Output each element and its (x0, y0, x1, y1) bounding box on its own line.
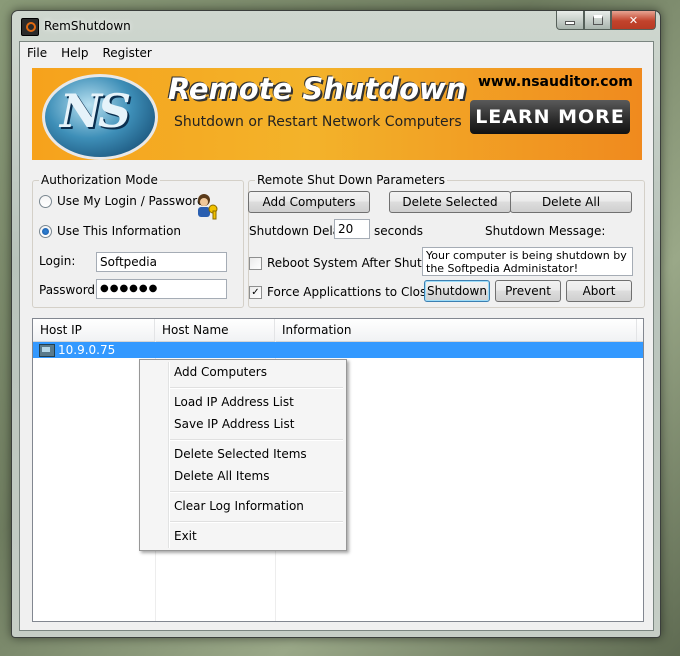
delete-selected-button[interactable]: Delete Selected (389, 191, 511, 213)
column-host-ip[interactable]: Host IP (33, 319, 155, 341)
banner-subtitle: Shutdown or Restart Network Computers (174, 114, 462, 130)
banner-title: Remote Shutdown (168, 72, 467, 106)
minimize-icon (565, 21, 575, 25)
ns-logo-text: NS (60, 84, 131, 138)
computer-icon (39, 343, 55, 357)
shutdown-delay-unit: seconds (374, 224, 424, 238)
client-area: File Help Register NS Remote Shutdown Sh… (19, 41, 654, 631)
row-host-ip: 10.9.0.75 (39, 343, 115, 357)
login-input[interactable]: Softpedia (96, 252, 227, 272)
banner-url[interactable]: www.nsauditor.com (478, 74, 633, 90)
app-window: RemShutdown ✕ File Help Register NS Remo… (11, 10, 661, 638)
parameters-group-label: Remote Shut Down Parameters (255, 173, 447, 187)
menu-separator (170, 387, 343, 389)
menu-file[interactable]: File (20, 42, 54, 63)
column-information[interactable]: Information (275, 319, 637, 341)
shutdown-delay-input[interactable]: 20 (334, 219, 370, 239)
title-bar[interactable]: RemShutdown ✕ (12, 11, 660, 41)
add-computers-button[interactable]: Add Computers (248, 191, 370, 213)
listview-header: Host IP Host Name Information (33, 319, 643, 342)
menu-separator (170, 521, 343, 523)
radio-use-my-login[interactable]: Use My Login / Password (39, 194, 205, 208)
window-title: RemShutdown (44, 19, 131, 33)
shutdown-message-label: Shutdown Message: (485, 224, 606, 238)
login-label: Login: (39, 254, 76, 268)
user-key-icon (198, 194, 218, 220)
checkbox-unchecked-icon (249, 256, 262, 270)
ctx-clear-log[interactable]: Clear Log Information (174, 499, 304, 513)
ctx-save-ip-list[interactable]: Save IP Address List (174, 417, 294, 431)
row-host-ip-text: 10.9.0.75 (58, 343, 116, 357)
context-menu: Add Computers Load IP Address List Save … (139, 359, 347, 551)
ctx-delete-selected[interactable]: Delete Selected Items (174, 447, 307, 461)
ctx-load-ip-list[interactable]: Load IP Address List (174, 395, 294, 409)
radio-on-icon (39, 224, 52, 238)
close-icon: ✕ (628, 13, 639, 27)
ctx-add-computers[interactable]: Add Computers (174, 365, 267, 379)
ctx-delete-all[interactable]: Delete All Items (174, 469, 270, 483)
delete-all-button[interactable]: Delete All (510, 191, 632, 213)
shutdown-button[interactable]: Shutdown (424, 280, 490, 302)
menu-separator (170, 439, 343, 441)
password-label: Password: (39, 283, 100, 297)
force-close-checkbox[interactable]: ✓ Force Applicattions to Close (249, 285, 434, 299)
close-button[interactable]: ✕ (611, 11, 656, 30)
maximize-button[interactable] (584, 11, 611, 30)
ctx-exit[interactable]: Exit (174, 529, 197, 543)
caption-buttons: ✕ (556, 11, 656, 31)
checkmark-icon: ✓ (249, 285, 262, 299)
abort-button[interactable]: Abort (566, 280, 632, 302)
radio-use-my-login-label: Use My Login / Password (57, 194, 205, 208)
maximize-icon (592, 15, 603, 25)
menu-help[interactable]: Help (54, 42, 95, 63)
menu-bar: File Help Register (20, 42, 653, 63)
force-close-checkbox-label: Force Applicattions to Close (267, 285, 434, 299)
menu-separator (170, 491, 343, 493)
banner[interactable]: NS Remote Shutdown Shutdown or Restart N… (32, 68, 642, 160)
radio-use-this-info-label: Use This Information (57, 224, 182, 238)
radio-use-this-info[interactable]: Use This Information (39, 224, 181, 238)
radio-off-icon (39, 194, 52, 208)
learn-more-button[interactable]: LEARN MORE (470, 100, 630, 134)
app-icon[interactable] (21, 18, 39, 36)
authorization-group-label: Authorization Mode (39, 173, 160, 187)
table-row[interactable]: 10.9.0.75 (33, 342, 643, 358)
password-input[interactable]: ●●●●●● (96, 279, 227, 299)
prevent-button[interactable]: Prevent (495, 280, 561, 302)
minimize-button[interactable] (556, 11, 584, 30)
menu-register[interactable]: Register (95, 42, 158, 63)
shutdown-message-textarea[interactable]: Your computer is being shutdown by the S… (422, 247, 633, 276)
column-host-name[interactable]: Host Name (155, 319, 275, 341)
